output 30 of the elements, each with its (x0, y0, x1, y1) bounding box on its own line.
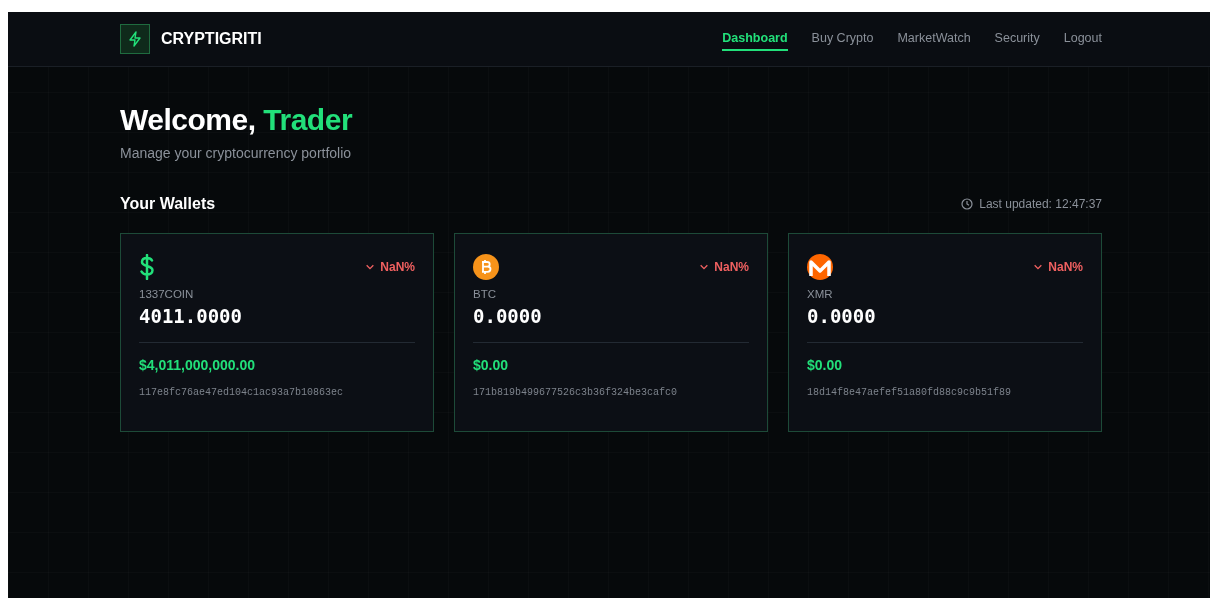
coin-symbol: 1337COIN (139, 288, 195, 300)
wallet-address: 171b819b499677526c3b36f324be3cafc0 (473, 387, 679, 398)
wallet-address: 18d14f8e47aefef51a80fd88c9c9b51f89 (807, 387, 1013, 398)
nav-tab[interactable]: Buy Crypto (811, 27, 874, 51)
bitcoin-icon (473, 254, 499, 280)
balance: 4011.0000 (139, 305, 243, 327)
wallet-address: 117e8fc76ae47ed104c1ac93a7b10863ec (139, 387, 345, 398)
usd-value: $0.00 (807, 357, 844, 373)
monero-icon (807, 254, 833, 280)
last-updated: Last updated: 12:47:37 (979, 197, 1102, 211)
brand-name: CRYPTIGRITI (161, 30, 262, 48)
coin-symbol: XMR (807, 288, 834, 300)
section-title: Your Wallets (120, 195, 216, 213)
logo-icon (120, 24, 150, 54)
usd-value: $4,011,000,000.00 (139, 357, 256, 373)
nav-tab[interactable]: Security (994, 27, 1040, 51)
welcome-heading: Welcome, Trader (120, 103, 354, 137)
change-percent: NaN% (380, 260, 415, 274)
usd-value: $0.00 (473, 357, 510, 373)
nav-tab[interactable]: Dashboard (722, 27, 788, 51)
change-percent: NaN% (1048, 260, 1083, 274)
change-percent: NaN% (714, 260, 749, 274)
nav-tab[interactable]: MarketWatch (897, 27, 971, 51)
subtitle: Manage your cryptocurrency portfolio (120, 145, 353, 161)
balance: 0.0000 (473, 305, 543, 327)
dollar-sign-icon (139, 254, 155, 280)
coin-symbol: BTC (473, 288, 497, 300)
balance: 0.0000 (807, 305, 877, 327)
clock-icon (961, 198, 974, 210)
nav-tab[interactable]: Logout (1063, 27, 1102, 51)
